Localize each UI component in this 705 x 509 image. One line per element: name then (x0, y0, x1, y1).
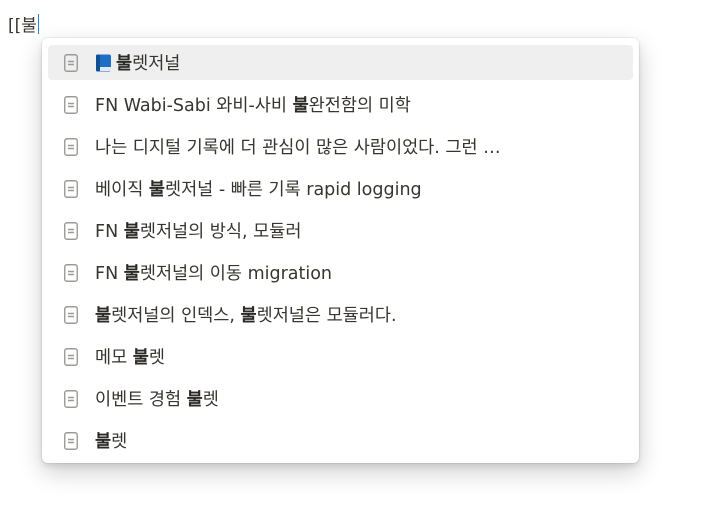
label-text: FN Wabi-Sabi 와비-사비 (95, 96, 293, 116)
suggestion-label: 베이직 불렛저널 - 빠른 기록 rapid logging (95, 176, 422, 201)
suggestion-item[interactable]: 베이직 불렛저널 - 빠른 기록 rapid logging (48, 171, 633, 206)
label-text: 렛저널의 이동 migration (139, 264, 333, 284)
label-text: 렛 (111, 432, 128, 452)
match-highlight: 불 (95, 432, 112, 452)
match-highlight: 불 (292, 96, 309, 116)
match-highlight: 불 (132, 348, 149, 368)
suggestion-item[interactable]: FN Wabi-Sabi 와비-사비 불완전함의 미학 (48, 87, 633, 122)
match-highlight: 불 (123, 264, 140, 284)
suggestion-label: FN Wabi-Sabi 와비-사비 불완전함의 미학 (95, 92, 411, 117)
label-text: 베이직 (95, 180, 149, 200)
suggestion-label: 불렛저널 (95, 50, 180, 75)
suggestion-label: 나는 디지털 기록에 더 관심이 많은 사람이었다. 그런 … (95, 134, 501, 159)
suggestion-label: 불렛저널의 인덱스, 불렛저널은 모듈러다. (95, 302, 397, 327)
page-icon (64, 221, 78, 240)
label-text: 이벤트 경험 (95, 390, 187, 410)
label-text: 렛저널 (132, 54, 181, 74)
label-text: 렛 (202, 390, 219, 410)
match-highlight: 불 (95, 306, 112, 326)
label-text: 완전함의 미학 (308, 96, 411, 116)
page-icon (64, 389, 78, 408)
match-highlight: 불 (186, 390, 203, 410)
blue-book-icon (95, 54, 112, 72)
label-text: 나는 디지털 기록에 더 관심이 많은 사람이었다. 그런 … (95, 138, 501, 158)
suggestion-label: FN 불렛저널의 방식, 모듈러 (95, 218, 301, 243)
text-caret (37, 14, 40, 34)
match-highlight: 불 (148, 180, 165, 200)
link-suggestion-popup: 불렛저널 FN Wabi-Sabi 와비-사비 불완전함의 미학 나는 디지털 기록… (42, 38, 639, 463)
page-icon (64, 305, 78, 324)
suggestion-item[interactable]: 불렛 (48, 423, 633, 458)
suggestion-item[interactable]: 불렛저널의 인덱스, 불렛저널은 모듈러다. (48, 297, 633, 332)
page-icon (64, 53, 78, 72)
suggestion-item[interactable]: 메모 불렛 (48, 339, 633, 374)
suggestion-label: FN 불렛저널의 이동 migration (95, 260, 332, 285)
page-icon (64, 431, 78, 450)
suggestion-item[interactable]: FN 불렛저널의 방식, 모듈러 (48, 213, 633, 248)
page-icon (64, 179, 78, 198)
suggestion-item[interactable]: 이벤트 경험 불렛 (48, 381, 633, 416)
suggestion-label: 불렛 (95, 428, 127, 453)
page-icon (64, 137, 78, 156)
match-highlight: 불 (240, 306, 257, 326)
label-text: 렛저널의 인덱스, (111, 306, 241, 326)
match-highlight: 불 (123, 222, 140, 242)
page-icon (64, 347, 78, 366)
suggestion-item[interactable]: 나는 디지털 기록에 더 관심이 많은 사람이었다. 그런 … (48, 129, 633, 164)
label-text: 렛저널은 모듈러다. (256, 306, 397, 326)
suggestion-label: 메모 불렛 (95, 344, 165, 369)
label-text: 렛저널 - 빠른 기록 rapid logging (164, 180, 422, 200)
label-text: 렛저널의 방식, 모듈러 (139, 222, 302, 242)
editor-line[interactable]: [[불 (8, 14, 40, 38)
label-text: 렛 (148, 348, 165, 368)
label-text: 메모 (95, 348, 133, 368)
label-text: FN (95, 264, 124, 284)
suggestion-item[interactable]: FN 불렛저널의 이동 migration (48, 255, 633, 290)
typed-text: [[불 (8, 16, 37, 36)
page-icon (64, 95, 78, 114)
suggestion-item[interactable]: 불렛저널 (48, 45, 633, 80)
suggestion-label: 이벤트 경험 불렛 (95, 386, 219, 411)
label-text: FN (95, 222, 124, 242)
page-icon (64, 263, 78, 282)
match-highlight: 불 (116, 54, 133, 74)
